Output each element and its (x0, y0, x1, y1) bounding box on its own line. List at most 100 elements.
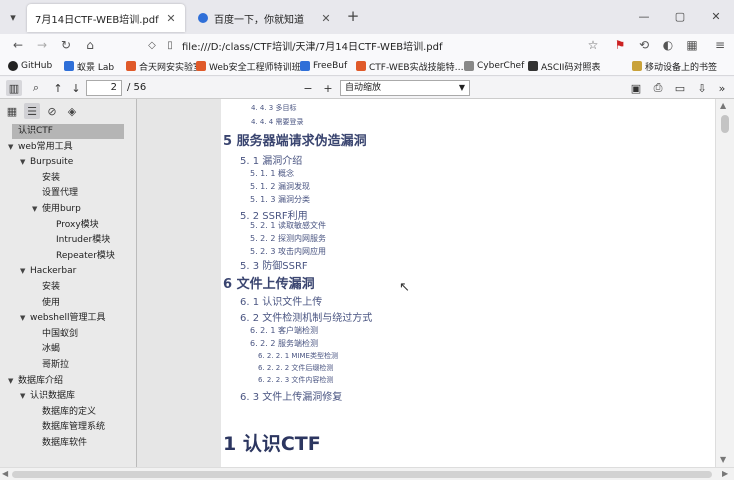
expand-toggle-icon[interactable]: ▼ (20, 155, 30, 170)
toc-entry[interactable]: 5. 2. 1 读取敏感文件 (250, 220, 326, 231)
toc-entry[interactable]: 5. 1. 2 漏洞发现 (250, 181, 310, 192)
zoom-in-icon[interactable]: + (320, 80, 336, 96)
toc-entry[interactable]: 6. 2. 2. 2 文件后缀检测 (258, 363, 333, 373)
reload-icon[interactable]: ↻ (58, 37, 74, 53)
vertical-scrollbar[interactable]: ▲ ▼ (715, 99, 734, 467)
outline-item[interactable]: ▼ Hackerbar (20, 264, 76, 279)
zoom-select[interactable]: 自动缩放 ▼ (340, 80, 470, 96)
bookmark-hetian[interactable]: 合天网安实验室 (126, 59, 202, 73)
outline-item[interactable]: 数据库的定义 (32, 405, 96, 420)
toc-entry[interactable]: 5. 2. 3 攻击内网应用 (250, 246, 326, 257)
expand-toggle-icon[interactable]: ▼ (8, 140, 18, 155)
toc-entry[interactable]: 6. 2. 2 服务端检测 (250, 338, 318, 349)
bookmark-ctf-web[interactable]: CTF-WEB实战技能特… (356, 59, 464, 73)
outline-item[interactable]: ▼ webshell管理工具 (20, 311, 106, 326)
new-tab-button[interactable]: + (346, 7, 360, 25)
maximize-button[interactable]: ▢ (672, 8, 688, 24)
scrollbar-thumb[interactable] (721, 115, 729, 133)
toc-entry[interactable]: 5 服务器端请求伪造漏洞 (223, 130, 367, 149)
history-icon[interactable]: ⟲ (636, 37, 652, 53)
mobile-bookmarks[interactable]: 移动设备上的书签 (632, 59, 717, 73)
outline-item[interactable]: 中国蚁剑 (32, 327, 78, 342)
presentation-icon[interactable]: ▣ (628, 80, 644, 96)
bookmark-freebuf[interactable]: FreeBuf (300, 59, 347, 73)
bookmark-cyberchef[interactable]: CyberChef (464, 59, 524, 73)
bookmark-yijing-lab[interactable]: 蚁景 Lab (64, 59, 114, 73)
expand-toggle-icon[interactable]: ▼ (20, 311, 30, 326)
toc-entry[interactable]: 6. 2. 2. 1 MIME类型检测 (258, 351, 338, 361)
toc-entry[interactable]: 6. 1 认识文件上传 (240, 293, 322, 308)
find-icon[interactable]: ⌕ (28, 80, 44, 96)
outline-item[interactable]: 安装 (32, 280, 60, 295)
previous-page-icon[interactable]: ↑ (50, 80, 66, 96)
account-icon[interactable]: ◐ (660, 37, 676, 53)
outline-item[interactable]: 认识CTF (12, 124, 124, 139)
toc-entry[interactable]: 4. 4. 3 多目标 (251, 103, 297, 113)
outline-item[interactable]: ▼ 使用burp (32, 202, 81, 217)
bookmark-star-icon[interactable]: ☆ (585, 37, 601, 53)
outline-item[interactable]: ▼ Burpsuite (20, 155, 73, 170)
layers-icon[interactable]: ◈ (64, 103, 80, 119)
outline-item[interactable]: Intruder模块 (46, 233, 110, 248)
toc-entry[interactable]: 6. 3 文件上传漏洞修复 (240, 388, 342, 403)
expand-toggle-icon[interactable]: ▼ (8, 374, 18, 389)
toc-entry[interactable]: 5. 1 漏洞介绍 (240, 152, 302, 167)
home-icon[interactable]: ⌂ (82, 37, 98, 53)
close-tab-icon[interactable]: ✕ (320, 12, 332, 25)
scroll-right-icon[interactable]: ▶ (722, 469, 728, 478)
extension-icon[interactable]: ⚑ (612, 37, 628, 53)
bookmark-github[interactable]: GitHub (8, 59, 52, 73)
page-number-input[interactable]: 2 (86, 80, 122, 96)
zoom-out-icon[interactable]: − (300, 80, 316, 96)
close-tab-icon[interactable]: ✕ (165, 12, 177, 25)
outline-item[interactable]: 冰蝎 (32, 342, 60, 357)
scroll-left-icon[interactable]: ◀ (2, 469, 8, 478)
toc-entry[interactable]: 5. 3 防御SSRF (240, 257, 308, 272)
toc-entry[interactable]: 6. 2. 1 客户端检测 (250, 325, 318, 336)
minimize-button[interactable]: — (636, 8, 652, 24)
outline-item[interactable]: 哥斯拉 (32, 358, 69, 373)
menu-icon[interactable]: ≡ (712, 37, 728, 53)
horizontal-scrollbar[interactable]: ◀ ▶ (0, 467, 734, 480)
toc-entry[interactable]: 6. 2. 2. 3 文件内容检测 (258, 375, 333, 385)
address-bar[interactable]: file:///D:/class/CTF培训/天津/7月14日CTF-WEB培训… (182, 36, 647, 54)
close-window-button[interactable]: ✕ (708, 8, 724, 24)
next-page-icon[interactable]: ↓ (68, 80, 84, 96)
tools-menu-icon[interactable]: » (714, 80, 730, 96)
shield-icon[interactable]: ◇ (144, 37, 160, 53)
print-icon[interactable]: ⎙ (650, 80, 666, 96)
bookmark-web-security[interactable]: Web安全工程师特训班 (196, 59, 301, 73)
expand-toggle-icon[interactable]: ▼ (32, 202, 42, 217)
bookmark-ascii[interactable]: ASCII码对照表 (528, 59, 600, 73)
sidebar-toggle-icon[interactable]: ▥ (6, 80, 22, 96)
tab-baidu[interactable]: 百度一下，你就知道 ✕ (190, 4, 340, 32)
tab-pdf[interactable]: 7月14日CTF-WEB培训.pdf ✕ (27, 4, 185, 32)
scrollbar-thumb[interactable] (12, 471, 712, 478)
save-icon[interactable]: ⇩ (694, 80, 710, 96)
outline-item[interactable]: ▼ 认识数据库 (20, 389, 75, 404)
toc-entry[interactable]: 5. 1. 3 漏洞分类 (250, 194, 310, 205)
outline-item[interactable]: 数据库软件 (32, 436, 87, 451)
thumbnails-icon[interactable]: ▦ (4, 103, 20, 119)
tab-list-icon[interactable]: ▾ (6, 10, 20, 24)
outline-item[interactable]: 使用 (32, 296, 60, 311)
toc-entry[interactable]: 6. 2 文件检测机制与绕过方式 (240, 309, 372, 324)
outline-item[interactable]: Repeater模块 (46, 249, 115, 264)
outline-item[interactable]: 设置代理 (32, 186, 78, 201)
toc-entry[interactable]: 5. 1. 1 概念 (250, 168, 294, 179)
toc-entry[interactable]: 5. 2. 2 探测内网服务 (250, 233, 326, 244)
outline-item[interactable]: 安装 (32, 171, 60, 186)
collection-icon[interactable]: ▦ (684, 37, 700, 53)
back-icon[interactable]: ← (10, 37, 26, 53)
outline-item[interactable]: ▼ web常用工具 (8, 140, 73, 155)
open-file-icon[interactable]: ▭ (672, 80, 688, 96)
outline-icon[interactable]: ☰ (24, 103, 40, 119)
toc-entry[interactable]: 6 文件上传漏洞 (223, 273, 315, 292)
outline-item[interactable]: Proxy模块 (46, 218, 99, 233)
forward-icon[interactable]: → (34, 37, 50, 53)
scroll-up-icon[interactable]: ▲ (720, 101, 726, 110)
outline-item[interactable]: 数据库管理系统 (32, 420, 105, 435)
outline-item[interactable]: ▼ 数据库介绍 (8, 374, 63, 389)
scroll-down-icon[interactable]: ▼ (720, 455, 726, 464)
expand-toggle-icon[interactable]: ▼ (20, 264, 30, 279)
